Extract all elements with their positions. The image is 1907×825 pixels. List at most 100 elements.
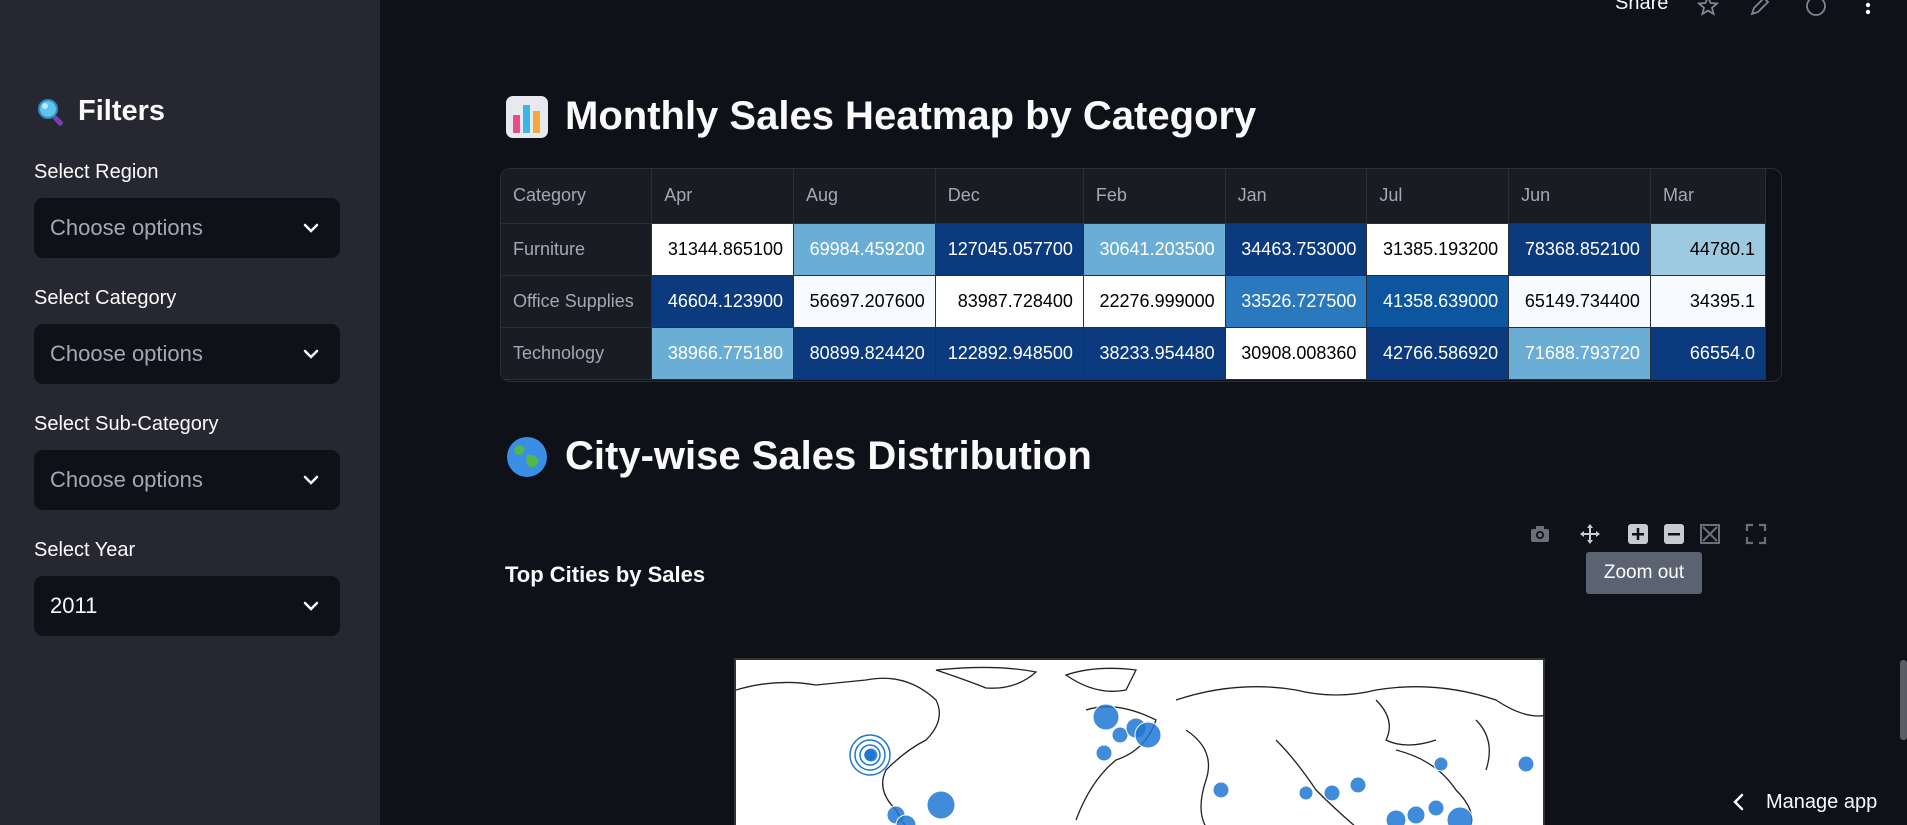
- heatmap-cell[interactable]: 38233.954480: [1083, 327, 1226, 380]
- coastline: [1185, 729, 1210, 825]
- column-header-category[interactable]: Category: [501, 169, 653, 224]
- zoom-out-icon[interactable]: [1662, 522, 1686, 546]
- coastline: [1475, 719, 1490, 771]
- city-marker[interactable]: [1323, 784, 1341, 802]
- zoom-in-icon[interactable]: [1626, 522, 1650, 546]
- subcategory-select-placeholder: Choose options: [50, 467, 203, 492]
- city-marker[interactable]: [1349, 776, 1367, 794]
- table-header-row: Category Apr Aug Dec Feb Jan Jul Jun Mar: [501, 169, 1766, 224]
- heatmap-cell[interactable]: 66554.0: [1650, 327, 1766, 380]
- chevron-down-icon: [303, 475, 319, 485]
- city-marker[interactable]: [1095, 744, 1113, 762]
- heatmap-cell[interactable]: 127045.057700: [935, 223, 1084, 276]
- table-row: Technology 38966.775180 80899.824420 122892…: [501, 327, 1766, 380]
- heatmap-cell[interactable]: 31344.865100: [651, 223, 794, 276]
- city-marker[interactable]: [1446, 806, 1474, 825]
- heatmap-cell[interactable]: 46604.123900: [651, 275, 794, 328]
- region-select[interactable]: Choose options: [34, 198, 340, 258]
- city-marker[interactable]: [1212, 781, 1230, 799]
- coastline: [1175, 686, 1543, 717]
- coastline: [736, 677, 940, 825]
- manage-app-button[interactable]: Manage app: [1730, 780, 1877, 824]
- city-heading: City-wise Sales Distribution: [505, 434, 1092, 479]
- column-header-month[interactable]: Mar: [1650, 169, 1766, 224]
- heatmap-cell[interactable]: 34395.1: [1650, 275, 1766, 328]
- heatmap-cell[interactable]: 38966.775180: [651, 327, 794, 380]
- city-marker[interactable]: [1427, 799, 1445, 817]
- heatmap-heading: Monthly Sales Heatmap by Category: [505, 94, 1256, 139]
- column-header-month[interactable]: Dec: [935, 169, 1084, 224]
- fullscreen-icon[interactable]: [1744, 522, 1768, 546]
- column-header-month[interactable]: Jan: [1225, 169, 1368, 224]
- heatmap-cell[interactable]: 44780.1: [1650, 223, 1766, 276]
- heatmap-grid: Category Apr Aug Dec Feb Jan Jul Jun Mar Furnitu…: [501, 169, 1766, 380]
- city-marker[interactable]: [1134, 721, 1162, 749]
- year-select-value: 2011: [50, 593, 98, 618]
- manage-app-label: Manage app: [1766, 790, 1878, 813]
- category-select-placeholder: Choose options: [50, 341, 203, 366]
- row-header: Furniture: [501, 223, 653, 276]
- heatmap-cell[interactable]: 30908.008360: [1225, 327, 1368, 380]
- heatmap-cell[interactable]: 78368.852100: [1508, 223, 1651, 276]
- column-header-month[interactable]: Feb: [1083, 169, 1226, 224]
- sidebar: Filters Select Region Choose options Sel…: [0, 0, 380, 825]
- heatmap-cell[interactable]: 122892.948500: [935, 327, 1084, 380]
- edit-icon[interactable]: [1748, 0, 1772, 18]
- bar-chart-icon: [506, 95, 548, 138]
- region-select-placeholder: Choose options: [50, 215, 203, 240]
- city-marker[interactable]: [1517, 755, 1535, 773]
- magnifier-icon: [38, 98, 63, 126]
- heatmap-cell[interactable]: 69984.459200: [793, 223, 936, 276]
- coastline: [935, 666, 1038, 689]
- heatmap-cell[interactable]: 31385.193200: [1366, 223, 1510, 276]
- city-marker[interactable]: [1406, 805, 1426, 825]
- year-label: Select Year: [34, 539, 136, 561]
- camera-icon[interactable]: [1528, 522, 1552, 546]
- column-header-month[interactable]: Jul: [1366, 169, 1510, 224]
- table-row: Furniture 31344.865100 69984.459200 127045.…: [501, 223, 1766, 276]
- city-marker[interactable]: [1385, 809, 1407, 825]
- heatmap-cell[interactable]: 56697.207600: [793, 275, 936, 328]
- coastline: [1064, 667, 1137, 692]
- city-marker[interactable]: [1433, 756, 1449, 772]
- page-scrollbar[interactable]: [1900, 660, 1907, 740]
- share-button[interactable]: Share: [1615, 0, 1668, 15]
- heatmap-cell[interactable]: 42766.586920: [1366, 327, 1510, 380]
- heatmap-cell[interactable]: 83987.728400: [935, 275, 1084, 328]
- heatmap-cell[interactable]: 33526.727500: [1225, 275, 1368, 328]
- heatmap-cell[interactable]: 30641.203500: [1083, 223, 1226, 276]
- column-header-month[interactable]: Aug: [793, 169, 936, 224]
- subcategory-label: Select Sub-Category: [34, 413, 219, 435]
- column-header-month[interactable]: Apr: [651, 169, 794, 224]
- map-svg: [736, 666, 1543, 825]
- city-marker[interactable]: [1298, 785, 1314, 801]
- pan-icon[interactable]: [1578, 522, 1602, 546]
- autoscale-icon[interactable]: [1698, 522, 1722, 546]
- heatmap-cell[interactable]: 34463.753000: [1225, 223, 1368, 276]
- chevron-down-icon: [303, 223, 319, 233]
- city-marker[interactable]: [864, 749, 876, 761]
- year-select[interactable]: 2011: [34, 576, 340, 636]
- city-marker[interactable]: [1092, 703, 1120, 731]
- world-map[interactable]: [734, 658, 1545, 825]
- category-select[interactable]: Choose options: [34, 324, 340, 384]
- filters-title: Filters: [78, 95, 166, 127]
- column-header-month[interactable]: Jun: [1508, 169, 1651, 224]
- heatmap-cell[interactable]: 41358.639000: [1366, 275, 1510, 328]
- city-marker[interactable]: [926, 790, 956, 820]
- region-label: Select Region: [34, 161, 159, 183]
- globe-icon: [507, 436, 547, 477]
- heatmap-cell[interactable]: 80899.824420: [793, 327, 936, 380]
- heatmap-table[interactable]: Category Apr Aug Dec Feb Jan Jul Jun Mar Furnitu…: [500, 168, 1782, 382]
- heatmap-title: Monthly Sales Heatmap by Category: [565, 94, 1257, 138]
- heatmap-cell[interactable]: 22276.999000: [1083, 275, 1226, 328]
- github-icon[interactable]: [1804, 0, 1828, 18]
- subcategory-select[interactable]: Choose options: [34, 450, 340, 510]
- coastline: [1275, 739, 1355, 825]
- zoom-out-tooltip: Zoom out: [1586, 552, 1702, 594]
- more-menu-icon[interactable]: [1856, 0, 1880, 18]
- heatmap-cell[interactable]: 71688.793720: [1508, 327, 1651, 380]
- star-icon[interactable]: [1696, 0, 1720, 18]
- chevron-down-icon: [303, 601, 319, 611]
- heatmap-cell[interactable]: 65149.734400: [1508, 275, 1651, 328]
